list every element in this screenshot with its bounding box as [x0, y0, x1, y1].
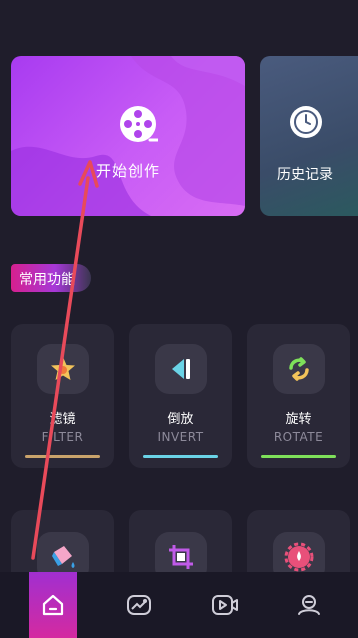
feature-subtitle: INVERT	[157, 430, 204, 444]
bottom-tab-bar	[0, 572, 358, 638]
tab-gallery[interactable]	[94, 572, 183, 638]
reverse-play-icon	[155, 344, 207, 394]
film-reel-icon	[120, 106, 158, 142]
history-card[interactable]: 历史记录	[260, 56, 358, 216]
feature-accent-bar	[143, 455, 218, 458]
feature-subtitle: FILTER	[41, 430, 84, 444]
feature-accent-bar	[261, 455, 336, 458]
feature-title: 倒放	[167, 412, 194, 427]
feature-title: 旋转	[285, 412, 312, 427]
section-title-badge: 常用功能	[11, 264, 91, 292]
feature-accent-bar	[25, 455, 100, 458]
filter-star-icon	[37, 344, 89, 394]
feature-card-invert[interactable]: 倒放 INVERT	[129, 324, 232, 468]
start-creation-label: 开始创作	[95, 162, 160, 180]
rotate-arrows-icon	[273, 344, 325, 394]
section-title: 常用功能	[19, 272, 75, 288]
clock-icon	[290, 106, 322, 138]
tab-video[interactable]	[180, 572, 269, 638]
tab-profile[interactable]	[264, 572, 353, 638]
feature-card-filter[interactable]: 滤镜 FILTER	[11, 324, 114, 468]
history-label: 历史记录	[277, 167, 333, 183]
start-creation-card[interactable]: 开始创作	[11, 56, 245, 216]
feature-subtitle: ROTATE	[273, 430, 324, 444]
gallery-icon	[126, 595, 151, 615]
home-icon	[42, 594, 64, 616]
feature-card-rotate[interactable]: 旋转 ROTATE	[247, 324, 350, 468]
video-icon	[211, 595, 238, 615]
feature-title: 滤镜	[49, 412, 76, 427]
profile-icon	[297, 595, 320, 615]
tab-home[interactable]	[29, 572, 77, 638]
